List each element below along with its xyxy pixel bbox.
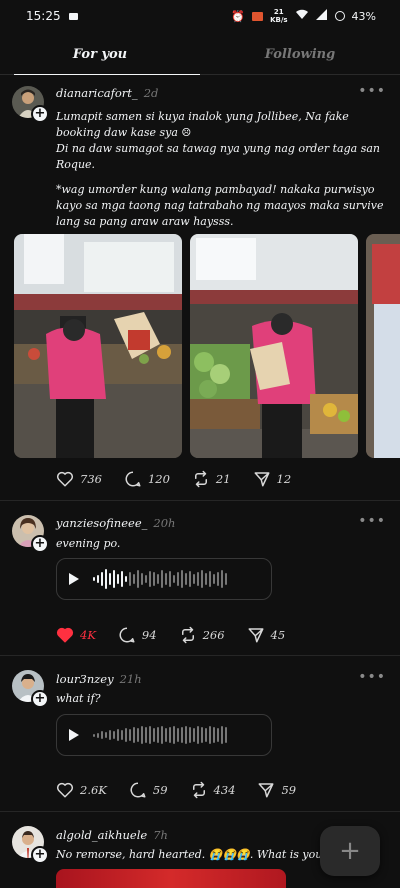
video-icon [68,12,78,20]
post-header: lour3nzey 21h [56,672,142,686]
play-icon[interactable] [69,573,79,585]
post-actions: 2.6K 59 434 59 [56,781,318,799]
plus-icon: + [339,836,361,866]
tab-for-you[interactable]: For you [0,34,200,75]
post-dianaricafort[interactable]: + dianaricafort_ 2d ••• Lumapit samen si … [0,74,400,500]
audio-waveform[interactable] [93,726,227,744]
more-options-icon[interactable]: ••• [358,669,386,685]
comment-bubble-icon [130,782,146,798]
compose-button[interactable]: + [320,826,380,876]
speed-unit: KB/s [270,16,288,24]
post-time: 2d [143,86,159,100]
cast-icon [252,11,264,21]
follow-plus-icon[interactable]: + [31,690,49,708]
share-button[interactable]: 59 [257,781,296,799]
like-button[interactable]: 736 [56,470,102,488]
status-time: 15:25 [26,9,61,23]
like-count: 2.6K [80,783,107,797]
speed-value: 21 [273,8,284,16]
voice-note-player[interactable] [56,558,272,600]
like-button[interactable]: 4K [56,626,96,644]
post-time: 20h [153,516,176,530]
post-actions: 4K 94 266 45 [56,626,307,644]
post-time: 7h [153,828,168,842]
post-photo-2[interactable] [190,234,358,458]
signal-icon [315,9,328,23]
username[interactable]: yanziesofineee_ [56,516,147,530]
more-options-icon[interactable]: ••• [358,83,386,99]
post-text: evening po. [56,537,121,550]
post-actions: 736 120 21 12 [56,470,313,488]
alarm-icon: ⏰ [231,9,246,23]
post-photo[interactable] [56,869,286,888]
audio-waveform[interactable] [93,569,227,589]
voice-note-player[interactable] [56,714,272,756]
repost-button[interactable]: 434 [190,781,236,799]
post-lour3nzey[interactable]: + lour3nzey 21h ••• what if? 2.6K 59 434 … [0,656,400,811]
username[interactable]: algold_aikhuele [56,828,147,842]
share-button[interactable]: 12 [253,470,292,488]
heart-icon [56,782,74,798]
repost-button[interactable]: 266 [179,626,225,644]
post-photo-1[interactable] [14,234,182,458]
comment-count: 120 [147,472,170,486]
username[interactable]: dianaricafort_ [56,86,138,100]
post-yanziesofineee[interactable]: + yanziesofineee_ 20h ••• evening po. 4K … [0,501,400,655]
username[interactable]: lour3nzey [56,672,114,686]
send-icon [248,628,264,643]
post-header: yanziesofineee_ 20h [56,516,175,530]
heart-icon [56,471,74,487]
send-icon [258,783,274,798]
comment-button[interactable]: 94 [118,626,157,644]
post-time: 21h [119,672,142,686]
media-carousel[interactable] [0,234,400,458]
repost-count: 266 [202,628,225,642]
send-icon [254,472,270,487]
post-photo-3[interactable] [366,234,400,458]
network-speed: 21 KB/s [270,8,287,24]
follow-plus-icon[interactable]: + [31,535,49,553]
share-count: 45 [270,628,286,642]
repost-count: 434 [213,783,236,797]
post-body: Lumapit samen si kuya inalok yung Jollib… [56,109,386,230]
more-options-icon[interactable]: ••• [358,513,386,529]
post-header: dianaricafort_ 2d [56,86,158,100]
post-paragraph: Lumapit samen si kuya inalok yung Jollib… [56,110,349,139]
repost-icon [192,781,205,799]
play-icon[interactable] [69,729,79,741]
status-bar: 15:25 ⏰ 21 KB/s 43% [0,0,400,32]
post-text: what if? [56,692,101,705]
comment-count: 59 [152,783,168,797]
follow-plus-icon[interactable]: + [31,846,49,864]
like-count: 736 [80,472,102,486]
heart-icon [56,627,74,643]
comment-bubble-icon [119,627,135,643]
comment-count: 94 [141,628,157,642]
wifi-icon [295,9,309,23]
post-paragraph: *wag umorder kung walang pambayad! nakak… [56,183,384,228]
share-count: 12 [276,472,292,486]
comment-button[interactable]: 120 [124,470,170,488]
repost-icon [181,626,194,644]
battery-level: 43% [351,9,376,23]
share-button[interactable]: 45 [247,626,286,644]
repost-icon [194,470,207,488]
share-count: 59 [281,783,297,797]
repost-button[interactable]: 21 [192,470,231,488]
post-header: algold_aikhuele 7h [56,828,168,842]
follow-plus-icon[interactable]: + [31,105,49,123]
tab-following[interactable]: Following [200,34,400,74]
comment-bubble-icon [125,471,141,487]
feed-tabs: For you Following [0,34,400,75]
battery-icon [334,11,345,21]
post-paragraph: Di na daw sumagot sa tawag nya yung nag … [56,142,380,171]
comment-button[interactable]: 59 [129,781,168,799]
like-button[interactable]: 2.6K [56,781,107,799]
like-count: 4K [80,628,96,642]
repost-count: 21 [215,472,231,486]
